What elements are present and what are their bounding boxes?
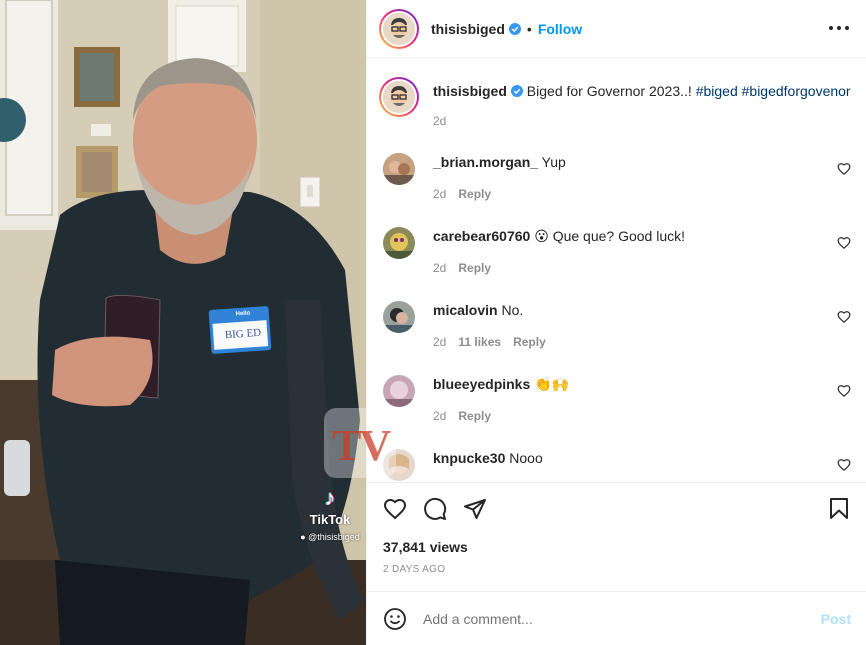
comment-text: Que que? Good luck! xyxy=(552,228,686,244)
share-paper-plane-icon[interactable] xyxy=(463,497,487,521)
reply-button[interactable]: Reply xyxy=(458,261,491,275)
header-separator: • xyxy=(526,20,532,37)
tiktok-handle: ● @thisisbiged xyxy=(296,532,364,542)
comment-bubble-icon[interactable] xyxy=(423,497,447,521)
comment-username[interactable]: micalovin xyxy=(433,302,498,318)
comment-username[interactable]: blueeyedpinks xyxy=(433,376,530,392)
tiktok-overlay: ♪ TikTok ● @thisisbiged xyxy=(296,485,364,543)
tiktok-brand: TikTok xyxy=(309,512,351,527)
add-comment-bar: Post xyxy=(367,591,866,645)
reply-button[interactable]: Reply xyxy=(513,335,546,349)
clap-raise-hands-emoji: 👏🙌 xyxy=(534,376,570,392)
comment-username[interactable]: _brian.morgan_ xyxy=(433,154,538,170)
comment-text: No. xyxy=(501,302,524,318)
comment-username[interactable]: carebear60760 xyxy=(433,228,530,244)
tv-watermark: TV xyxy=(324,408,444,478)
comment-likes-count[interactable]: 11 likes xyxy=(458,335,501,349)
tiktok-handle-text: @thisisbiged xyxy=(308,532,360,542)
more-horizontal-icon[interactable] xyxy=(829,18,849,38)
video-frame xyxy=(0,0,366,645)
reply-button[interactable]: Reply xyxy=(458,409,491,423)
like-comment-heart-icon[interactable] xyxy=(837,458,851,472)
author-username[interactable]: thisisbiged xyxy=(431,21,505,37)
post-actions: 37,841 views 2 DAYS AGO xyxy=(367,482,866,590)
user-icon: ● xyxy=(300,532,309,542)
comment-time[interactable]: 2d xyxy=(433,335,446,349)
caption-time[interactable]: 2d xyxy=(433,114,446,128)
save-bookmark-icon[interactable] xyxy=(827,497,851,521)
verified-badge-icon xyxy=(510,85,523,97)
post-panel: thisisbiged • Follow thisisbiged Biged f… xyxy=(366,0,866,645)
follow-button[interactable]: Follow xyxy=(538,21,582,37)
post-date[interactable]: 2 DAYS AGO xyxy=(383,564,445,575)
verified-badge-icon xyxy=(508,22,521,35)
commenter-avatar[interactable] xyxy=(383,375,415,407)
like-comment-heart-icon[interactable] xyxy=(837,236,851,250)
comment-text: Yup xyxy=(541,154,566,170)
instagram-post-modal: Hello BIG ED ♪ TikTok ● @thisisbiged TV xyxy=(0,0,866,645)
reply-button[interactable]: Reply xyxy=(458,187,491,201)
emoji-picker-icon[interactable] xyxy=(383,607,407,631)
tiktok-note-icon: ♪ xyxy=(324,485,336,510)
avatar-cartoon-icon xyxy=(383,12,415,45)
post-comment-button[interactable]: Post xyxy=(821,611,851,627)
commenter-avatar[interactable] xyxy=(383,301,415,333)
caption-avatar[interactable] xyxy=(379,77,419,117)
hashtag-link[interactable]: #bigedforgovenor xyxy=(742,83,851,99)
post-header: thisisbiged • Follow xyxy=(367,0,866,58)
watermark-text: TV xyxy=(332,421,391,470)
like-comment-heart-icon[interactable] xyxy=(837,310,851,324)
surprised-emoji: 😮 xyxy=(534,228,549,244)
commenter-avatar[interactable] xyxy=(383,153,415,185)
commenter-avatar[interactable] xyxy=(383,227,415,259)
post-video[interactable]: Hello BIG ED ♪ TikTok ● @thisisbiged xyxy=(0,0,366,645)
comment-time[interactable]: 2d xyxy=(433,261,446,275)
like-comment-heart-icon[interactable] xyxy=(837,162,851,176)
author-avatar[interactable] xyxy=(379,8,419,49)
like-heart-icon[interactable] xyxy=(383,497,407,521)
comment-time[interactable]: 2d xyxy=(433,187,446,201)
comment-input[interactable] xyxy=(423,610,821,627)
like-comment-heart-icon[interactable] xyxy=(837,384,851,398)
comment-text: Nooo xyxy=(509,450,543,466)
caption-text: Biged for Governor 2023..! xyxy=(526,83,692,99)
views-count[interactable]: 37,841 views xyxy=(383,539,468,555)
avatar-cartoon-icon xyxy=(383,81,415,113)
hashtag-link[interactable]: #biged xyxy=(696,83,738,99)
caption-username[interactable]: thisisbiged xyxy=(433,83,507,99)
